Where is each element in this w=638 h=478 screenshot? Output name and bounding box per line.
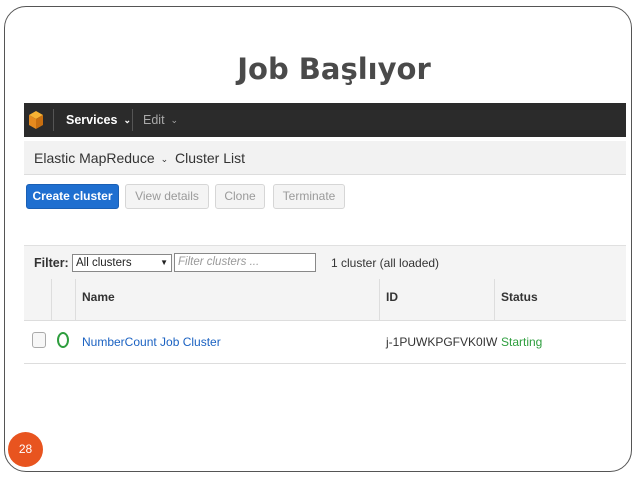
aws-cube-logo-icon[interactable] xyxy=(28,110,44,130)
cluster-filter-select[interactable]: All clusters ▼ xyxy=(72,254,172,272)
column-header-id[interactable]: ID xyxy=(386,290,398,304)
service-sub-navigation: Elastic MapReduce ⌄ Cluster List xyxy=(24,141,626,175)
status-ring-icon xyxy=(57,332,69,348)
dropdown-arrow-icon: ▼ xyxy=(160,258,168,267)
services-menu[interactable]: Services ⌄ xyxy=(66,113,131,127)
slide-title: Job Başlıyor xyxy=(237,52,431,86)
filter-clusters-input[interactable]: Filter clusters ... xyxy=(174,253,316,272)
view-details-button[interactable]: View details xyxy=(125,184,209,209)
page-number-badge: 28 xyxy=(8,432,43,467)
column-divider xyxy=(51,279,52,321)
cluster-status: Starting xyxy=(501,335,543,349)
column-divider xyxy=(494,279,495,321)
topbar-divider xyxy=(53,109,54,131)
clone-button[interactable]: Clone xyxy=(215,184,265,209)
services-label: Services xyxy=(66,113,118,127)
chevron-down-icon: ⌄ xyxy=(160,154,169,164)
cluster-name-link[interactable]: NumberCount Job Cluster xyxy=(82,335,221,349)
column-header-status[interactable]: Status xyxy=(501,290,538,304)
cluster-list-link[interactable]: Cluster List xyxy=(175,150,245,166)
edit-menu[interactable]: Edit ⌄ xyxy=(143,113,178,127)
table-row[interactable]: NumberCount Job Cluster j-1PUWKPGFVK0IW … xyxy=(24,322,626,364)
topbar-divider xyxy=(132,109,133,131)
terminate-button[interactable]: Terminate xyxy=(273,184,345,209)
chevron-down-icon: ⌄ xyxy=(123,115,131,125)
filter-label: Filter: xyxy=(34,256,69,270)
column-divider xyxy=(379,279,380,321)
service-selector[interactable]: Elastic MapReduce ⌄ xyxy=(34,150,168,166)
column-header-name[interactable]: Name xyxy=(82,290,115,304)
top-navigation-bar: Services ⌄ Edit ⌄ xyxy=(24,103,626,137)
chevron-down-icon: ⌄ xyxy=(170,115,179,125)
cluster-id: j-1PUWKPGFVK0IW xyxy=(386,335,498,349)
filter-bar: Filter: All clusters ▼ Filter clusters ..… xyxy=(24,245,626,279)
edit-label: Edit xyxy=(143,113,165,127)
select-value: All clusters xyxy=(76,257,132,269)
cluster-count: 1 cluster (all loaded) xyxy=(331,256,440,270)
table-header: Name ID Status xyxy=(24,279,626,321)
row-select-checkbox[interactable] xyxy=(32,332,46,348)
column-divider xyxy=(75,279,76,321)
create-cluster-button[interactable]: Create cluster xyxy=(26,184,119,209)
aws-console-screenshot: Services ⌄ Edit ⌄ Elastic MapReduce ⌄ Clust… xyxy=(24,103,626,365)
service-label: Elastic MapReduce xyxy=(34,150,155,166)
